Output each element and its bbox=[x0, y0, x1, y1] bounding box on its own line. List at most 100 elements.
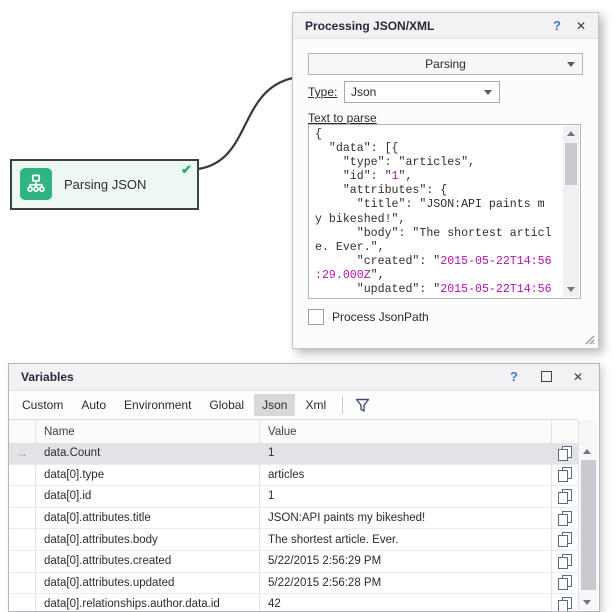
tab-xml[interactable]: Xml bbox=[297, 394, 334, 416]
code-line: y bikeshed!", bbox=[315, 213, 560, 227]
copy-icon[interactable] bbox=[558, 489, 572, 504]
variable-name: data[0].id bbox=[36, 486, 260, 507]
variable-value: 5/22/2015 2:56:29 PM bbox=[260, 551, 552, 572]
column-header-name[interactable]: Name bbox=[36, 420, 260, 443]
tab-custom[interactable]: Custom bbox=[14, 394, 71, 416]
close-button[interactable]: ✕ bbox=[570, 13, 592, 38]
filter-button[interactable] bbox=[351, 394, 373, 416]
process-jsonpath-checkbox[interactable]: Process JsonPath bbox=[308, 309, 429, 325]
close-button[interactable]: ✕ bbox=[567, 364, 589, 389]
variables-title: Variables bbox=[21, 370, 74, 384]
scroll-up-icon[interactable] bbox=[563, 126, 579, 141]
editor-scrollbar[interactable] bbox=[563, 126, 579, 297]
copy-cell[interactable] bbox=[552, 551, 578, 572]
column-header-value[interactable]: Value bbox=[260, 420, 552, 443]
copy-icon[interactable] bbox=[558, 532, 572, 547]
tab-global[interactable]: Global bbox=[201, 394, 252, 416]
help-button[interactable]: ? bbox=[546, 13, 568, 38]
table-row[interactable]: data[0].relationships.author.data.id42 bbox=[9, 594, 578, 611]
table-row[interactable]: data[0].id1 bbox=[9, 486, 578, 508]
json-code: { "data": [{ "type": "articles", "id": "… bbox=[315, 128, 560, 297]
variable-name: data[0].attributes.body bbox=[36, 529, 260, 550]
row-indicator bbox=[9, 594, 36, 611]
current-row-arrow-icon: → bbox=[9, 443, 35, 464]
copy-cell[interactable] bbox=[552, 486, 578, 507]
variable-value: JSON:API paints my bikeshed! bbox=[260, 508, 552, 529]
action-dropdown[interactable]: Parsing bbox=[308, 53, 583, 75]
text-to-parse-editor[interactable]: { "data": [{ "type": "articles", "id": "… bbox=[308, 124, 581, 299]
code-line: "data": [{ bbox=[315, 142, 560, 156]
checkbox-box[interactable] bbox=[308, 309, 324, 325]
type-dropdown-value: Json bbox=[351, 85, 376, 99]
chevron-down-icon bbox=[484, 90, 492, 95]
variable-value: The shortest article. Ever. bbox=[260, 529, 552, 550]
table-row[interactable]: data[0].attributes.created5/22/2015 2:56… bbox=[9, 551, 578, 573]
copy-cell[interactable] bbox=[552, 594, 578, 611]
text-to-parse-label[interactable]: Text to parse bbox=[308, 111, 377, 125]
workflow-node-parsing-json[interactable]: Parsing JSON ✔ bbox=[10, 159, 199, 210]
scroll-down-icon[interactable] bbox=[563, 282, 579, 297]
code-line: :29.000Z", bbox=[315, 269, 560, 283]
row-indicator: → bbox=[9, 443, 36, 464]
variables-panel: Variables ? ✕ CustomAutoEnvironmentGloba… bbox=[8, 363, 600, 612]
code-line: { bbox=[315, 128, 560, 142]
row-indicator bbox=[9, 551, 36, 572]
row-indicator bbox=[9, 529, 36, 550]
table-row[interactable]: →data.Count1 bbox=[9, 443, 578, 465]
node-label: Parsing JSON bbox=[64, 161, 146, 208]
code-line: "id": "1", bbox=[315, 170, 560, 184]
variable-value: 1 bbox=[260, 443, 552, 464]
copy-icon[interactable] bbox=[558, 575, 572, 590]
copy-cell[interactable] bbox=[552, 443, 578, 464]
copy-icon[interactable] bbox=[558, 446, 572, 461]
maximize-button[interactable] bbox=[535, 364, 557, 389]
copy-icon[interactable] bbox=[558, 467, 572, 482]
copy-icon[interactable] bbox=[558, 554, 572, 569]
funnel-icon bbox=[355, 398, 370, 413]
type-label[interactable]: Type: bbox=[308, 85, 337, 99]
table-scrollbar[interactable] bbox=[578, 420, 598, 610]
table-row[interactable]: data[0].attributes.updated5/22/2015 2:56… bbox=[9, 573, 578, 595]
copy-icon[interactable] bbox=[558, 597, 572, 611]
variable-name: data[0].attributes.title bbox=[36, 508, 260, 529]
code-line: "attributes": { bbox=[315, 184, 560, 198]
row-indicator-column bbox=[9, 420, 36, 443]
variable-value: 5/22/2015 2:56:28 PM bbox=[260, 573, 552, 594]
variable-name: data.Count bbox=[36, 443, 260, 464]
variable-name: data[0].attributes.updated bbox=[36, 573, 260, 594]
tab-json[interactable]: Json bbox=[254, 394, 295, 416]
copy-cell[interactable] bbox=[552, 508, 578, 529]
copy-icon[interactable] bbox=[558, 511, 572, 526]
variables-tabbar: CustomAutoEnvironmentGlobalJsonXml bbox=[9, 391, 599, 419]
copy-cell[interactable] bbox=[552, 529, 578, 550]
tab-environment[interactable]: Environment bbox=[116, 394, 199, 416]
processing-json-xml-dialog: Processing JSON/XML ? ✕ Parsing Type: Js… bbox=[292, 12, 599, 349]
dialog-title: Processing JSON/XML bbox=[305, 19, 434, 33]
tab-auto[interactable]: Auto bbox=[73, 394, 114, 416]
tabbar-divider bbox=[342, 396, 343, 414]
action-dropdown-value: Parsing bbox=[425, 57, 466, 71]
copy-cell[interactable] bbox=[552, 465, 578, 486]
variable-value: 1 bbox=[260, 486, 552, 507]
variable-name: data[0].attributes.created bbox=[36, 551, 260, 572]
chevron-down-icon bbox=[567, 62, 575, 67]
variable-name: data[0].relationships.author.data.id bbox=[36, 594, 260, 611]
table-row[interactable]: data[0].attributes.bodyThe shortest arti… bbox=[9, 529, 578, 551]
variable-value: articles bbox=[260, 465, 552, 486]
type-dropdown[interactable]: Json bbox=[344, 81, 500, 103]
scroll-up-icon[interactable] bbox=[579, 444, 595, 459]
maximize-icon bbox=[541, 371, 552, 382]
row-indicator bbox=[9, 465, 36, 486]
table-row[interactable]: data[0].attributes.titleJSON:API paints … bbox=[9, 508, 578, 530]
help-button[interactable]: ? bbox=[503, 364, 525, 389]
resize-grip-icon[interactable] bbox=[583, 333, 595, 345]
table-row[interactable]: data[0].typearticles bbox=[9, 465, 578, 487]
table-header: Name Value bbox=[9, 419, 578, 444]
copy-column-header bbox=[552, 420, 578, 443]
scrollbar-thumb[interactable] bbox=[581, 460, 596, 590]
scroll-down-icon[interactable] bbox=[579, 595, 595, 610]
variables-table: →data.Count1data[0].typearticlesdata[0].… bbox=[9, 443, 578, 611]
scrollbar-thumb[interactable] bbox=[565, 143, 577, 185]
row-indicator bbox=[9, 508, 36, 529]
copy-cell[interactable] bbox=[552, 573, 578, 594]
